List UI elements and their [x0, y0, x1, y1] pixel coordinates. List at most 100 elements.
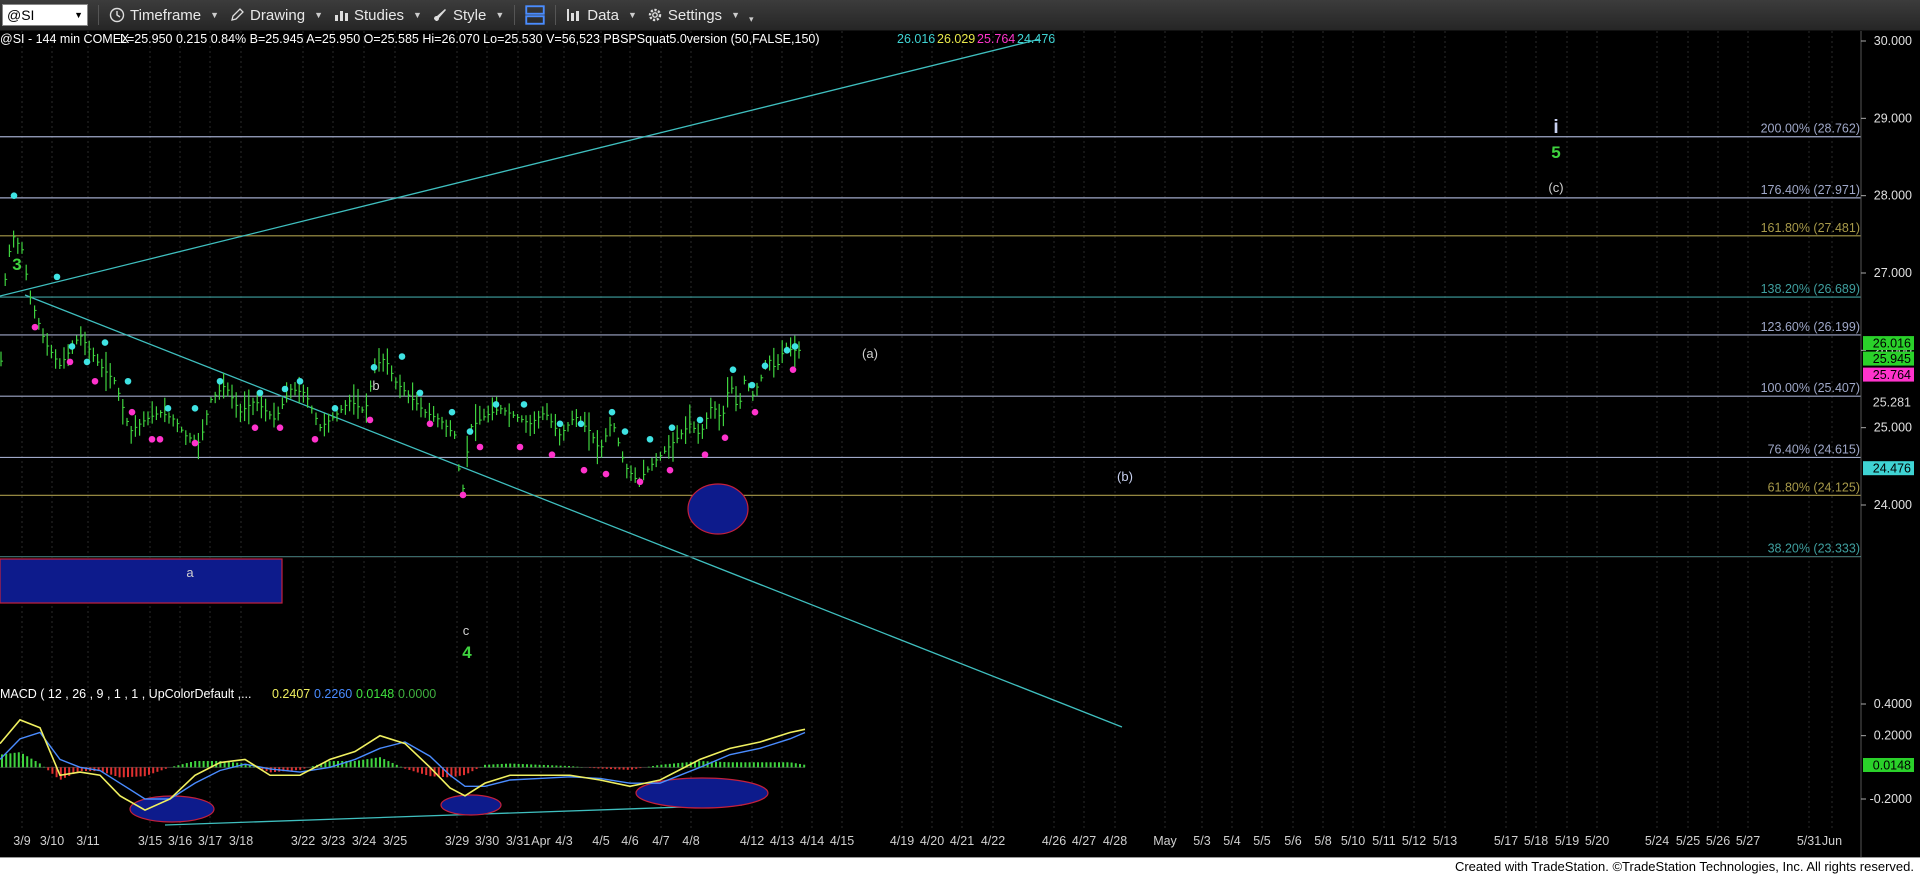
wave-label: (c): [1548, 180, 1563, 195]
swing-high-marker: [492, 401, 500, 408]
swing-low-marker: [191, 439, 199, 447]
macd-value: 0.2407: [272, 687, 310, 701]
time-axis-label: 5/27: [1736, 834, 1760, 848]
swing-high-marker: [577, 420, 585, 428]
wave-label: 3: [12, 255, 21, 274]
swing-low-marker: [602, 470, 610, 478]
swing-low-marker: [66, 358, 74, 366]
time-axis-label: 3/9: [13, 834, 30, 848]
time-axis-label: 3/11: [76, 834, 99, 848]
swing-high-marker: [466, 428, 474, 435]
swing-low-marker: [721, 434, 729, 442]
fib-label: 38.20% (23.333): [1768, 542, 1860, 556]
swing-low-marker: [701, 451, 709, 459]
support-box: [0, 558, 283, 604]
price-marker-label: 26.016: [1873, 337, 1911, 351]
time-axis-label: 4/14: [800, 834, 824, 848]
time-axis-label: 3/18: [229, 834, 253, 848]
time-axis-label: 4/28: [1103, 834, 1127, 848]
swing-high-marker: [124, 377, 132, 385]
price-marker-label: 25.281: [1873, 395, 1911, 409]
studies-button[interactable]: Studies ▼: [333, 7, 422, 24]
time-axis-label: 5/12: [1402, 834, 1426, 848]
time-axis-label: 4/12: [740, 834, 764, 848]
status-value: 24.476: [1017, 32, 1055, 46]
time-axis-label: 4/22: [981, 834, 1005, 848]
time-axis-label: 5/11: [1372, 834, 1395, 848]
chevron-down-icon: ▼: [413, 10, 422, 20]
macd-marker-label: 0.0148: [1873, 758, 1911, 772]
time-axis-label: 5/26: [1706, 834, 1730, 848]
swing-high-marker: [331, 405, 339, 412]
time-axis-label: 4/27: [1072, 834, 1096, 848]
wave-label: 5: [1551, 143, 1560, 162]
data-icon: [567, 9, 580, 21]
symbol-input[interactable]: @SI ▼: [2, 4, 88, 26]
wave-label: c: [463, 623, 470, 638]
time-axis-label: 4/15: [830, 834, 854, 848]
swing-low-marker: [366, 416, 374, 424]
time-axis-label: 3/17: [198, 834, 222, 848]
timeframe-label: Timeframe: [130, 6, 202, 24]
fib-label: 200.00% (28.762): [1761, 122, 1860, 136]
time-axis-label: 3/24: [352, 834, 376, 848]
drawing-button[interactable]: Drawing ▼: [229, 7, 323, 24]
time-axis-label: 5/5: [1253, 834, 1270, 848]
swing-high-marker: [783, 347, 791, 354]
chevron-down-icon: ▼: [314, 10, 323, 20]
swing-high-marker: [791, 343, 799, 350]
fib-label: 138.20% (26.689): [1761, 282, 1860, 296]
time-axis-label: 3/29: [445, 834, 469, 848]
chevron-down-icon: ▼: [210, 10, 220, 20]
settings-button[interactable]: Settings ▼ ▾: [647, 6, 754, 25]
toolbar-divider: [555, 5, 557, 25]
swing-low-marker: [789, 366, 797, 373]
macd-label: MACD ( 12 , 26 , 9 , 1 , 1 , UpColorDefa…: [0, 687, 252, 701]
toolbar-overflow-icon[interactable]: ▾: [749, 14, 754, 25]
fib-label: 123.60% (26.199): [1761, 320, 1860, 334]
brush-icon: [433, 9, 446, 21]
footer-bar: Created with TradeStation. ©TradeStation…: [0, 857, 1920, 876]
swing-high-marker: [398, 353, 406, 360]
swing-high-marker: [761, 362, 769, 370]
wave-label: i: [1553, 117, 1558, 138]
time-axis-label: May: [1153, 834, 1177, 848]
swing-low-marker: [580, 466, 588, 474]
time-axis-label: 5/3: [1193, 834, 1210, 848]
time-axis-label: 4/21: [950, 834, 974, 848]
pencil-icon: [231, 8, 244, 21]
status-value: 25.764: [977, 32, 1015, 46]
data-button[interactable]: Data ▼: [566, 7, 637, 24]
time-axis-label: 4/26: [1042, 834, 1066, 848]
swing-low-marker: [156, 435, 164, 443]
swing-high-marker: [256, 389, 264, 397]
price-marker-label: 24.476: [1873, 462, 1911, 476]
swing-low-marker: [91, 377, 99, 385]
swing-low-marker: [548, 451, 556, 459]
price-chart[interactable]: 200.00% (28.762) 176.40% (27.971) 161.80% …: [0, 31, 1920, 857]
macd-value: 0.0148: [356, 687, 394, 701]
swing-low-marker: [459, 491, 467, 499]
time-axis-label: 4/19: [890, 834, 914, 848]
timeframe-button[interactable]: Timeframe ▼: [109, 7, 219, 24]
breakout-ellipse: [687, 483, 749, 535]
time-axis-label: 3/31: [506, 834, 530, 848]
wave-label: b: [372, 378, 379, 393]
time-axis-label: 5/6: [1284, 834, 1301, 848]
price-marker-label: 25.945: [1873, 352, 1911, 366]
layout-button[interactable]: [525, 5, 545, 25]
time-axis-label: 4/3: [555, 834, 572, 848]
fib-label: 100.00% (25.407): [1761, 381, 1860, 395]
wave-label: (b): [1117, 469, 1133, 484]
style-button[interactable]: Style ▼: [432, 7, 504, 24]
swing-low-marker: [636, 478, 644, 486]
time-axis-label: 5/17: [1494, 834, 1518, 848]
macd-value: 0.0000: [398, 687, 436, 701]
wave-label: a: [186, 565, 194, 580]
swing-low-marker: [251, 424, 259, 431]
swing-high-marker: [556, 420, 564, 428]
time-axis-label: 5/18: [1524, 834, 1548, 848]
status-study-values: 26.016 26.029 25.764 24.476: [897, 32, 1055, 46]
time-axis-label: 5/19: [1555, 834, 1579, 848]
chevron-down-icon: ▼: [627, 10, 637, 20]
